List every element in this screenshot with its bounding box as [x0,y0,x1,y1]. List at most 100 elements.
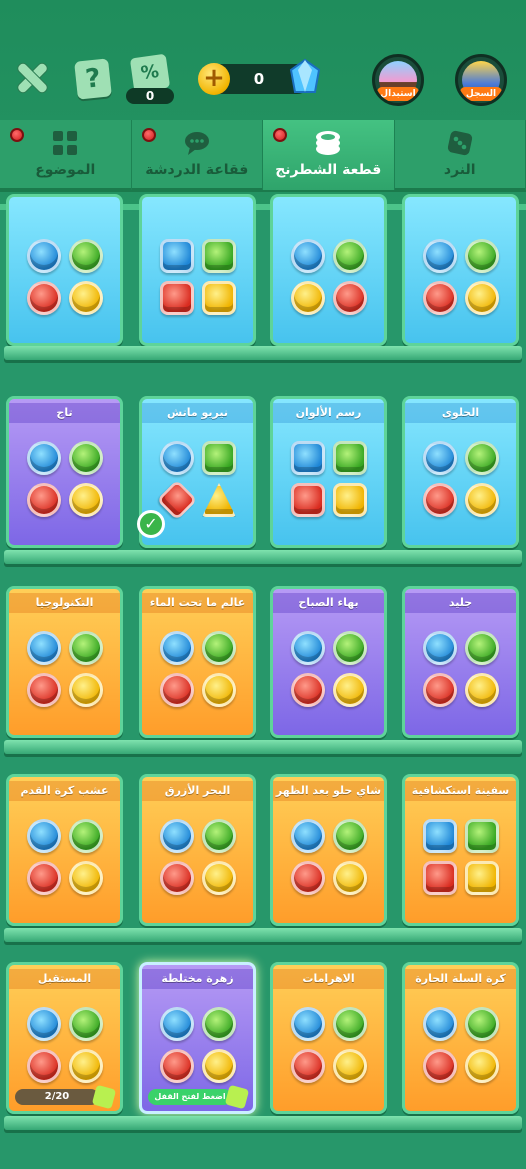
dolphin-icon [160,631,194,665]
piece-card[interactable]: زهرة مختلطة اضغط لفتح القفل [139,962,256,1114]
card-title: التكنولوجيا [9,593,120,613]
close-icon[interactable] [14,60,50,96]
piece-preview [23,627,107,711]
morning-glory-icon [291,631,325,665]
swirl-candy-icon [465,441,499,475]
ship-icon [423,861,457,895]
dice-icon [447,130,472,156]
card-title: المستقبل [9,969,120,989]
bouquet-icon [202,1049,236,1083]
shelf [4,1116,522,1130]
add-coins-button[interactable]: + [198,63,230,95]
record-label: السجل [460,87,502,101]
paint-bucket-icon [291,441,325,475]
morning-glory-icon [333,673,367,707]
piece-preview [419,437,503,521]
treasure-chest-icon [202,281,236,315]
shelf-row: عشب كرة القدم البحر الأزرق شاي حلو بعد ا… [0,768,526,948]
piece-card[interactable]: الحلوى [402,396,519,548]
dolphin-icon [160,673,194,707]
pyramid-icon [291,1007,325,1041]
ship-icon [423,819,457,853]
pyramid-icon [333,1007,367,1041]
snowman-icon [423,673,457,707]
shelf-row: التكنولوجيا عالم ما تحت الماء بهاء الصبا… [0,580,526,760]
piece-card[interactable] [402,194,519,346]
tab-label: الموضوع [35,162,96,178]
tech-emblem-icon [27,631,61,665]
piece-card[interactable] [270,194,387,346]
macaron-icon [333,819,367,853]
piece-card[interactable]: عشب كرة القدم [6,774,123,926]
future-emblem-icon [69,1007,103,1041]
macaron-icon [291,861,325,895]
card-title: بهاء الصباح [273,593,384,613]
notification-dot [10,128,24,142]
discount-ticket-button[interactable]: % 0 [126,53,176,106]
card-title: سفينة استكشافية [405,781,516,801]
card-title: البحر الأزرق [142,781,253,801]
piece-card[interactable]: جليد [402,586,519,738]
paint-bucket-icon [291,483,325,517]
piece-preview [287,437,371,521]
exchange-label: استبدال [377,87,419,101]
crown-coin-icon [465,239,499,273]
shelf [4,550,522,564]
card-title: نيريو ماتش [142,403,253,423]
piece-card[interactable]: البحر الأزرق [139,774,256,926]
crown-coin-icon [465,281,499,315]
swirl-candy-icon [465,483,499,517]
piece-card[interactable] [139,194,256,346]
chat-bubble-icon [184,132,209,155]
crown-icon [69,441,103,475]
exchange-button[interactable]: استبدال [372,54,424,106]
coin-value: 0 [253,70,265,88]
treasure-chest-icon [160,281,194,315]
crown-coin-icon [423,281,457,315]
piece-preview [156,437,240,521]
crown-coin-icon [423,239,457,273]
piece-card[interactable] [6,194,123,346]
piece-card[interactable]: شاي حلو بعد الظهر [270,774,387,926]
piece-preview [23,437,107,521]
card-title: زهرة مختلطة [142,969,253,989]
treasure-chest-icon [202,239,236,273]
piece-preview [287,235,371,319]
pyramid-icon [291,1049,325,1083]
record-button[interactable]: السجل [455,54,507,106]
piece-card[interactable]: التكنولوجيا [6,586,123,738]
paint-bucket-icon [333,441,367,475]
candy-square-icon [202,441,236,475]
tech-emblem-icon [69,631,103,665]
piece-preview [287,627,371,711]
piece-card[interactable]: تاج [6,396,123,548]
piece-card[interactable]: سفينة استكشافية [402,774,519,926]
piece-card[interactable]: الاهرامات [270,962,387,1114]
piece-preview [23,1003,107,1087]
piece-card[interactable]: المستقبل 2/20 [6,962,123,1114]
pineapple-icon [333,239,367,273]
piece-preview [419,1003,503,1087]
puzzle-piece-icon [224,1084,250,1110]
shelf-row [0,180,526,360]
tab-label: النرد [443,162,476,178]
piece-card[interactable]: بهاء الصباح [270,586,387,738]
snowman-icon [465,631,499,665]
card-title: شاي حلو بعد الظهر [273,781,384,801]
card-title: رسم الألوان [273,403,384,423]
football-icon [69,819,103,853]
pineapple-icon [333,281,367,315]
star-icon [202,861,236,895]
football-icon [69,861,103,895]
macaron-icon [291,819,325,853]
piece-card[interactable]: كرة السلة الحارة [402,962,519,1114]
help-button[interactable]: ? [74,58,112,100]
card-title: الحلوى [405,403,516,423]
pyramid-icon [333,1049,367,1083]
piece-card[interactable]: عالم ما تحت الماء [139,586,256,738]
football-icon [27,861,61,895]
tap-to-unlock-button[interactable]: اضغط لفتح القفل [148,1089,232,1105]
piece-card[interactable]: رسم الألوان [270,396,387,548]
card-title: عشب كرة القدم [9,781,120,801]
star-icon [160,861,194,895]
